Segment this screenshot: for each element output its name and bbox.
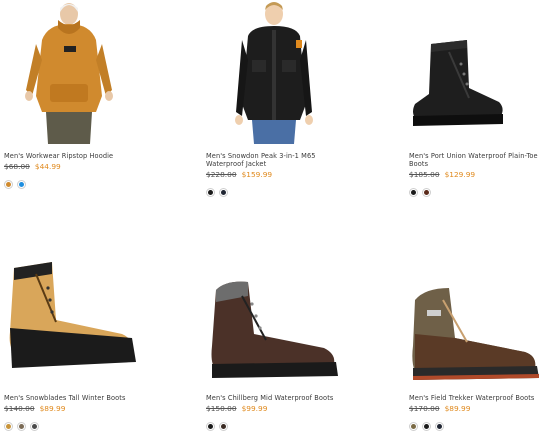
sale-price: $89.99 bbox=[444, 404, 471, 413]
original-price: $228.00 bbox=[206, 170, 237, 179]
color-swatches bbox=[409, 422, 444, 431]
color-swatches bbox=[206, 422, 228, 431]
color-swatch[interactable] bbox=[206, 422, 215, 431]
price-block: $185.00 $129.99 bbox=[409, 170, 475, 179]
original-price: $185.00 bbox=[409, 170, 440, 179]
color-swatch[interactable] bbox=[435, 422, 444, 431]
original-price: $150.00 bbox=[206, 404, 237, 413]
product-name[interactable]: Men's Snowblades Tall Winter Boots bbox=[4, 394, 144, 402]
color-swatch[interactable] bbox=[30, 422, 39, 431]
wheat-winter-boot-image[interactable] bbox=[6, 262, 140, 372]
color-swatch[interactable] bbox=[4, 422, 13, 431]
color-swatch[interactable] bbox=[17, 422, 26, 431]
price-block: $228.00 $159.99 bbox=[206, 170, 272, 179]
color-swatch[interactable] bbox=[206, 188, 215, 197]
product-name[interactable]: Men's Workwear Ripstop Hoodie bbox=[4, 152, 144, 160]
product-name[interactable]: Men's Chillberg Mid Waterproof Boots bbox=[206, 394, 346, 402]
sale-price: $99.99 bbox=[241, 404, 268, 413]
product-name[interactable]: Men's Port Union Waterproof Plain-Toe Bo… bbox=[409, 152, 549, 169]
color-swatch[interactable] bbox=[422, 422, 431, 431]
product-card[interactable]: Men's Snowdon Peak 3-in-1 M65 Waterproof… bbox=[206, 0, 346, 200]
sale-price: $89.99 bbox=[39, 404, 66, 413]
product-card[interactable]: Men's Field Trekker Waterproof Boots $17… bbox=[409, 262, 549, 436]
hoodie-image[interactable] bbox=[22, 0, 122, 144]
product-card[interactable]: Men's Workwear Ripstop Hoodie $68.00 $44.… bbox=[4, 0, 144, 200]
sale-price: $159.99 bbox=[241, 170, 273, 179]
sale-price: $44.99 bbox=[34, 162, 61, 171]
color-swatches bbox=[4, 422, 39, 431]
color-swatch[interactable] bbox=[17, 180, 26, 189]
sale-price: $129.99 bbox=[444, 170, 476, 179]
original-price: $140.00 bbox=[4, 404, 35, 413]
color-swatches bbox=[4, 180, 26, 189]
product-card[interactable]: Men's Snowblades Tall Winter Boots $140.… bbox=[4, 262, 144, 436]
color-swatches bbox=[206, 188, 228, 197]
brown-boot-image[interactable] bbox=[206, 280, 344, 384]
field-trekker-boot-image[interactable] bbox=[409, 282, 545, 384]
price-block: $170.00 $89.99 bbox=[409, 404, 470, 413]
price-block: $150.00 $99.99 bbox=[206, 404, 267, 413]
color-swatch[interactable] bbox=[219, 422, 228, 431]
product-name[interactable]: Men's Field Trekker Waterproof Boots bbox=[409, 394, 549, 402]
original-price: $68.00 bbox=[4, 162, 30, 171]
color-swatch[interactable] bbox=[409, 188, 418, 197]
color-swatch[interactable] bbox=[409, 422, 418, 431]
color-swatch[interactable] bbox=[4, 180, 13, 189]
original-price: $170.00 bbox=[409, 404, 440, 413]
color-swatch[interactable] bbox=[422, 188, 431, 197]
price-block: $68.00 $44.99 bbox=[4, 162, 61, 171]
product-grid: Men's Workwear Ripstop Hoodie $68.00 $44.… bbox=[0, 0, 550, 436]
product-card[interactable]: Men's Port Union Waterproof Plain-Toe Bo… bbox=[409, 0, 549, 200]
color-swatches bbox=[409, 188, 431, 197]
black-boot-image[interactable] bbox=[409, 38, 509, 130]
product-card[interactable]: Men's Chillberg Mid Waterproof Boots $15… bbox=[206, 262, 346, 436]
jacket-image[interactable] bbox=[234, 0, 316, 144]
product-name[interactable]: Men's Snowdon Peak 3-in-1 M65 Waterproof… bbox=[206, 152, 346, 169]
color-swatch[interactable] bbox=[219, 188, 228, 197]
price-block: $140.00 $89.99 bbox=[4, 404, 65, 413]
